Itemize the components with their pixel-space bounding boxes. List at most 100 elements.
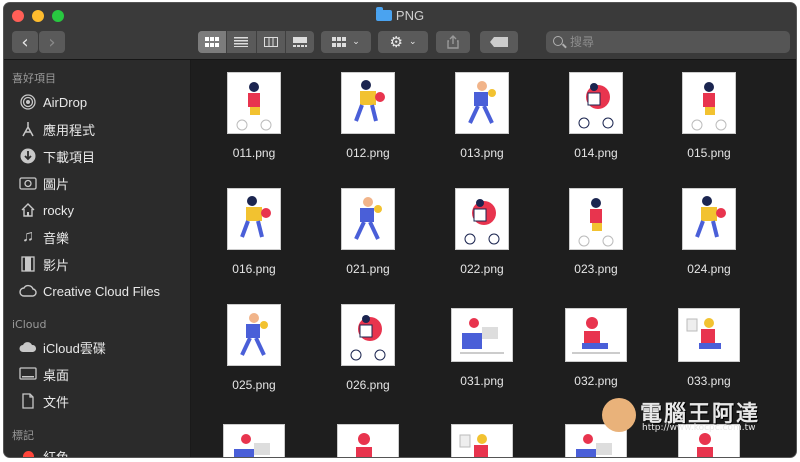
airdrop-icon (19, 94, 37, 110)
file-item[interactable] (320, 420, 416, 457)
file-thumbnail[interactable] (565, 308, 627, 362)
file-thumbnail[interactable] (341, 72, 395, 134)
creative-cloud-icon (19, 283, 37, 299)
sidebar-item-downloads[interactable]: 下載項目 (19, 146, 187, 166)
list-view-button[interactable] (227, 31, 257, 53)
share-icon (447, 35, 459, 49)
pictures-icon (19, 175, 37, 191)
illustration-image (356, 433, 372, 457)
desktop-icon (19, 366, 37, 382)
sidebar-item-movies[interactable]: 影片 (19, 254, 187, 274)
illustration-image (354, 197, 382, 240)
gallery-view-icon (292, 37, 307, 47)
file-thumbnail[interactable] (455, 72, 509, 134)
sidebar-item-label: 紅色 (43, 449, 70, 458)
file-item[interactable] (206, 420, 302, 457)
file-thumbnail[interactable] (337, 424, 399, 457)
illustration-image (572, 317, 620, 354)
finder-window: PNG ‹ › ⌄ ⚙ ⌄ 搜尋 喜好項目 AirDrop 應用程式 下載項目 … (4, 3, 796, 457)
sidebar-item-desktop[interactable]: 桌面 (19, 364, 187, 384)
sidebar-item-documents[interactable]: 文件 (19, 391, 187, 411)
red-tag-dot-icon (19, 448, 37, 457)
view-switcher (198, 31, 314, 53)
sidebar: 喜好項目 AirDrop 應用程式 下載項目 圖片 rocky ♫ 音樂 影片 (4, 60, 191, 457)
icon-view-icon (205, 37, 220, 47)
sidebar-item-home[interactable]: rocky (19, 200, 187, 220)
sidebar-item-pictures[interactable]: 圖片 (19, 173, 187, 193)
column-view-button[interactable] (257, 31, 286, 53)
share-button[interactable] (436, 31, 470, 53)
illustration-image (459, 434, 488, 457)
group-button[interactable]: ⌄ (321, 31, 371, 53)
file-thumbnail[interactable] (451, 308, 513, 362)
file-item[interactable]: 031.png (434, 304, 530, 388)
illustration-image (464, 199, 500, 245)
documents-icon (19, 393, 37, 409)
watermark: 電腦王阿達 http://www.kocpc.com.tw (600, 396, 780, 436)
icon-view-button[interactable] (198, 31, 228, 53)
file-item[interactable] (434, 420, 530, 457)
file-item[interactable]: 025.png (206, 304, 302, 392)
illustration-image (354, 80, 385, 122)
sidebar-item-music[interactable]: ♫ 音樂 (19, 227, 187, 247)
file-name: 022.png (460, 262, 504, 276)
action-button[interactable]: ⚙ ⌄ (378, 31, 428, 53)
file-thumbnail[interactable] (682, 72, 736, 134)
file-item[interactable]: 013.png (434, 72, 530, 160)
chevron-left-icon: ‹ (21, 31, 29, 53)
file-thumbnail[interactable] (227, 304, 281, 366)
sidebar-item-label: 圖片 (43, 176, 70, 192)
tag-button[interactable] (480, 31, 518, 53)
gallery-view-button[interactable] (286, 31, 314, 53)
chevron-down-icon: ⌄ (408, 37, 417, 47)
search-placeholder: 搜尋 (570, 35, 595, 49)
file-item[interactable]: 024.png (661, 188, 757, 276)
sidebar-item-label: 應用程式 (43, 122, 96, 138)
home-icon (19, 202, 37, 218)
sidebar-item-airdrop[interactable]: AirDrop (19, 92, 187, 112)
illustration-image (695, 196, 726, 238)
file-item[interactable]: 033.png (661, 304, 757, 388)
file-name: 026.png (346, 378, 390, 392)
file-item[interactable]: 011.png (206, 72, 302, 160)
illustration-image (240, 196, 271, 238)
column-view-icon (263, 37, 278, 47)
file-thumbnail[interactable] (227, 72, 281, 134)
file-thumbnail[interactable] (682, 188, 736, 250)
icloud-section-title: iCloud (12, 318, 47, 331)
file-item[interactable]: 026.png (320, 304, 416, 392)
file-thumbnail[interactable] (227, 188, 281, 250)
sidebar-item-icloud-drive[interactable]: iCloud雲碟 (19, 337, 187, 357)
file-thumbnail[interactable] (569, 72, 623, 134)
file-item[interactable]: 032.png (548, 304, 644, 388)
file-thumbnail[interactable] (223, 424, 285, 457)
file-item[interactable]: 016.png (206, 188, 302, 276)
illustration-image (460, 318, 504, 354)
sidebar-item-creative-cloud[interactable]: Creative Cloud Files (19, 281, 187, 301)
sidebar-item-label: 桌面 (43, 367, 70, 383)
file-item[interactable]: 023.png (548, 188, 644, 276)
sidebar-item-applications[interactable]: 應用程式 (19, 119, 187, 139)
file-name: 014.png (574, 146, 618, 160)
file-thumbnail[interactable] (341, 188, 395, 250)
forward-button[interactable]: › (39, 31, 65, 53)
file-thumbnail[interactable] (455, 188, 509, 250)
sidebar-item-tag-red[interactable]: 紅色 (19, 446, 187, 457)
file-item[interactable]: 022.png (434, 188, 530, 276)
tags-section-title: 標記 (12, 429, 34, 442)
illustration-image (578, 198, 614, 247)
file-thumbnail[interactable] (451, 424, 513, 457)
file-item[interactable]: 014.png (548, 72, 644, 160)
search-field[interactable]: 搜尋 (546, 31, 790, 53)
file-item[interactable]: 021.png (320, 188, 416, 276)
back-button[interactable]: ‹ (12, 31, 38, 53)
file-name: 015.png (687, 146, 731, 160)
illustration-image (686, 318, 721, 349)
file-thumbnail[interactable] (678, 308, 740, 362)
illustration-image (234, 434, 270, 457)
file-thumbnail[interactable] (341, 304, 395, 366)
file-item[interactable]: 012.png (320, 72, 416, 160)
file-item[interactable]: 015.png (661, 72, 757, 160)
file-thumbnail[interactable] (569, 188, 623, 250)
grid-group-icon (332, 37, 347, 47)
